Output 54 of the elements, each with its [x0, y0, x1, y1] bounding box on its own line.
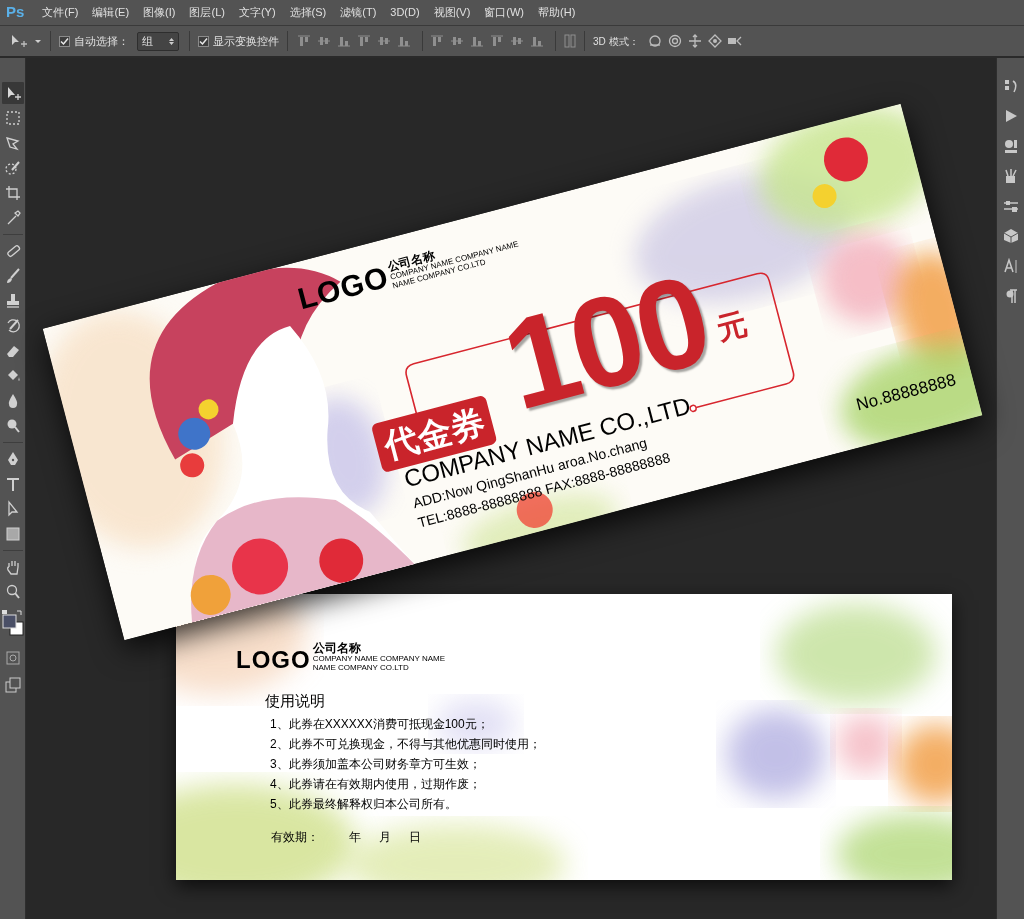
menu-item[interactable]: 滤镜(T) [340, 4, 377, 21]
checkbox-label: 自动选择： [74, 33, 129, 49]
menu-item[interactable]: 帮助(H) [538, 4, 576, 21]
select-dropdown[interactable]: 组 [137, 31, 179, 51]
instructions-heading: 使用说明 [265, 691, 326, 711]
checkbox[interactable] [59, 35, 70, 47]
rule-text: 4、此券请在有效期内使用，过期作废； [269, 776, 482, 793]
menu-item[interactable]: 文件(F) [42, 4, 79, 21]
menu-item[interactable]: 编辑(E) [92, 4, 130, 21]
menu-item[interactable]: 文字(Y) [238, 4, 276, 21]
year-label: 年 [349, 829, 361, 846]
rule-text: 2、此券不可兑换现金，不得与其他优惠同时使用； [269, 736, 541, 753]
menu-item[interactable]: 3D(D) [390, 4, 420, 21]
distribute-top-icon[interactable] [429, 33, 445, 49]
month-label: 月 [379, 829, 391, 846]
mode-label: 3D 模式： [593, 34, 639, 49]
quick-mask-icon[interactable] [3, 649, 22, 667]
lasso-icon[interactable] [3, 134, 22, 152]
rectangle-icon[interactable] [3, 525, 22, 543]
logo-text: LOGO [236, 648, 311, 672]
app-logo[interactable]: Ps [6, 1, 25, 24]
rule-text: 1、此券在XXXXXX消费可抵现金100元； [269, 716, 490, 733]
menu-item[interactable]: 图层(L) [189, 4, 225, 21]
company-name-en: NAME COMPANY CO.LTD [312, 663, 410, 672]
rule-text: 5、此券最终解释权归本公司所有。 [269, 796, 458, 813]
menu-item[interactable]: 窗口(W) [484, 4, 525, 21]
checkbox[interactable] [198, 35, 209, 47]
screen-mode-icon[interactable] [3, 676, 22, 694]
quick-selection-icon[interactable] [3, 159, 22, 177]
company-name-en: COMPANY NAME COMPANY NAME [312, 654, 445, 663]
company-name-cn: 公司名称 [312, 642, 362, 654]
properties-icon[interactable] [1002, 138, 1019, 154]
spinner-icon [169, 36, 174, 46]
character-icon[interactable] [1002, 258, 1019, 274]
marquee-icon[interactable] [3, 109, 22, 127]
checkbox-label: 显示变换控件 [213, 33, 279, 49]
roll-3d-icon[interactable] [666, 33, 683, 49]
menu-item[interactable]: 选择(S) [289, 4, 327, 21]
adjustments-icon[interactable] [1002, 198, 1019, 214]
align-left-icon[interactable] [356, 33, 372, 49]
menu-item[interactable]: 视图(V) [433, 4, 471, 21]
drag-3d-icon[interactable] [686, 33, 703, 49]
validity-label: 有效期： [271, 829, 319, 846]
rotate-3d-icon[interactable] [646, 33, 663, 49]
slide-3d-icon[interactable] [706, 33, 723, 49]
crop-icon[interactable] [3, 184, 22, 202]
distribute-left-icon[interactable] [489, 33, 505, 49]
rule-text: 3、此券须加盖本公司财务章方可生效； [269, 756, 482, 773]
brushes-icon[interactable] [1002, 168, 1019, 184]
day-label: 日 [409, 829, 421, 846]
menu-item[interactable]: 图像(I) [143, 4, 176, 21]
align-top-icon[interactable] [296, 33, 312, 49]
cube-icon[interactable] [1002, 228, 1019, 244]
history-icon[interactable] [1002, 78, 1019, 94]
